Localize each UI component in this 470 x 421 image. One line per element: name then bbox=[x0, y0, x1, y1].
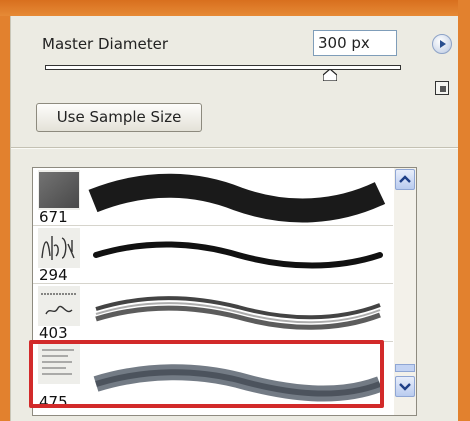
up-arrow-icon[interactable] bbox=[395, 169, 415, 190]
brush-thumbnail bbox=[38, 228, 80, 268]
vertical-scrollbar[interactable] bbox=[394, 168, 416, 415]
background-strip bbox=[0, 0, 470, 16]
flyout-menu-icon[interactable] bbox=[432, 34, 452, 54]
brush-preset-item[interactable]: 671 bbox=[33, 168, 393, 226]
brush-size-number: 294 bbox=[39, 266, 68, 284]
brush-preset-item[interactable]: 294 bbox=[33, 226, 393, 284]
new-preset-icon[interactable] bbox=[435, 81, 449, 95]
divider-highlight bbox=[11, 148, 469, 149]
brush-stroke-preview bbox=[88, 173, 386, 223]
brush-thumbnail bbox=[38, 286, 80, 326]
brush-stroke-preview bbox=[95, 296, 381, 330]
master-diameter-slider[interactable] bbox=[45, 65, 401, 70]
use-sample-size-button[interactable]: Use Sample Size bbox=[36, 103, 202, 132]
scrollbar-thumb[interactable] bbox=[395, 364, 415, 372]
brush-size-number: 671 bbox=[39, 208, 68, 226]
background-edge bbox=[458, 0, 470, 421]
master-diameter-input[interactable]: 300 px bbox=[313, 30, 397, 56]
brush-stroke-preview bbox=[93, 241, 383, 269]
down-arrow-icon[interactable] bbox=[395, 376, 415, 397]
master-diameter-label: Master Diameter bbox=[42, 35, 169, 53]
brush-thumbnail bbox=[38, 170, 80, 210]
brush-preset-item[interactable]: 403 bbox=[33, 284, 393, 342]
slider-thumb[interactable] bbox=[322, 69, 337, 81]
selection-highlight bbox=[29, 340, 384, 408]
